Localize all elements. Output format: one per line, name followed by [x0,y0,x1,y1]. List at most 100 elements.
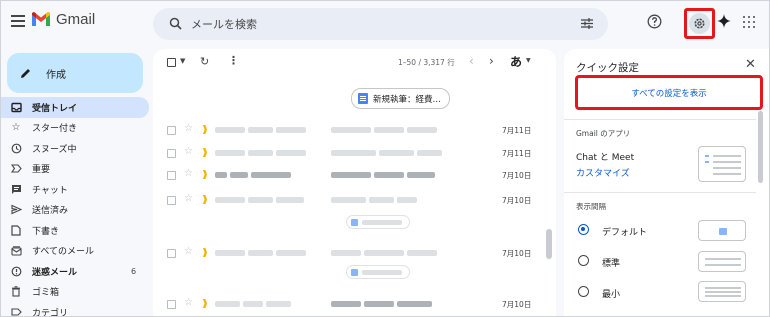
important-marker-icon[interactable] [203,125,207,134]
important-marker-icon[interactable] [203,248,207,257]
next-page-icon[interactable]: › [489,54,494,68]
star-icon[interactable]: ☆ [184,297,193,308]
star-icon[interactable]: ☆ [184,146,193,157]
table-row[interactable]: ☆ 7月10日 [153,294,556,316]
search-bar[interactable] [153,8,608,40]
all-mail-icon [10,245,22,257]
quick-settings-panel: クイック設定 ✕ すべての設定を表示 Gmail のアプリ Chat と Mee… [564,49,769,316]
close-icon[interactable]: ✕ [745,57,756,72]
refresh-icon[interactable]: ↻ [200,55,209,68]
row-checkbox[interactable] [167,126,176,135]
clock-icon [10,142,22,154]
attachment-chip[interactable]: 新規執筆：経費… [351,88,451,109]
menu-icon[interactable] [11,15,25,27]
quick-settings-scrollbar[interactable] [758,111,763,183]
row-date: 7月11日 [502,126,532,135]
row-checkbox[interactable] [167,300,176,309]
category-icon [10,306,22,316]
filter-icon[interactable] [580,17,594,30]
sidebar-item-categories[interactable]: カテゴリ [1,302,149,316]
sidebar-item-all-mail[interactable]: すべてのメール [1,241,149,262]
search-input[interactable] [191,8,571,40]
compose-button[interactable]: 作成 [7,53,143,93]
density-compact-thumbnail[interactable] [698,281,746,302]
density-compact-radio[interactable] [578,286,589,297]
table-row[interactable]: ☆ 7月11日 [153,143,556,165]
gmail-logo[interactable]: Gmail [31,11,95,28]
sidebar-item-important[interactable]: 重要 [1,159,149,180]
density-comfortable-radio[interactable] [578,255,589,266]
sidebar-item-sent[interactable]: 送信済み [1,200,149,221]
density-compact-label: 最小 [602,290,621,300]
star-icon[interactable]: ☆ [184,246,193,257]
trash-icon [10,286,22,298]
sidebar-item-drafts[interactable]: 下書き [1,220,149,241]
sidebar-item-label: すべてのメール [32,247,95,258]
see-all-settings-button[interactable]: すべての設定を表示 [575,75,763,110]
chat-icon [10,183,22,195]
row-checkbox[interactable] [167,171,176,180]
density-default-thumbnail[interactable] [698,220,746,241]
divider [564,192,756,193]
row-date: 7月11日 [502,149,532,158]
sidebar-item-label: 送信済み [32,206,69,217]
prev-page-icon[interactable]: ‹ [469,54,474,68]
apps-section-heading: Gmail のアプリ [576,129,631,138]
row-checkbox[interactable] [167,249,176,258]
sidebar-item-label: 下書き [32,226,60,237]
important-marker-icon[interactable] [203,299,207,308]
row-date: 7月10日 [502,171,532,180]
chat-meet-label: Chat と Meet [576,153,635,163]
gmail-window: Gmail メールを検索 作成 受信トレイ ☆ スター付き スヌーズ中 重要 チ… [0,0,770,317]
row-checkbox[interactable] [167,196,176,205]
apps-grid-icon[interactable] [743,16,755,28]
select-all-checkbox[interactable] [167,58,176,67]
gemini-spark-icon[interactable] [717,14,731,28]
gmail-m-icon [32,12,50,26]
sidebar-item-label: スター付き [32,124,78,135]
settings-button[interactable] [684,8,715,39]
table-row[interactable]: ☆ 7月10日 [153,243,556,265]
row-sender-redacted [215,248,307,258]
table-row[interactable]: ☆ 7月10日 [153,190,556,212]
attachment-chip-redacted[interactable] [346,265,410,279]
star-icon[interactable]: ☆ [184,193,193,204]
sidebar-item-label: 受信トレイ [32,103,78,114]
sidebar-item-label: 迷惑メール [32,267,78,278]
row-sender-redacted [215,195,307,205]
important-icon [10,163,22,175]
chat-meet-preview-thumbnail [698,146,746,182]
select-dropdown-icon[interactable]: ▼ [180,57,185,65]
row-subject-redacted [331,170,443,180]
important-marker-icon[interactable] [203,170,207,179]
row-sender-redacted [215,125,307,135]
sidebar-item-chat[interactable]: チャット [1,179,149,200]
search-icon[interactable] [169,17,182,30]
input-tools-button[interactable]: あ [510,53,522,70]
row-checkbox[interactable] [167,149,176,158]
compose-label: 作成 [46,69,66,81]
sidebar-item-snoozed[interactable]: スヌーズ中 [1,138,149,159]
density-comfortable-thumbnail[interactable] [698,251,746,272]
customize-link[interactable]: カスタマイズ [576,166,630,179]
table-row[interactable]: ☆ 7月10日 [153,165,556,187]
sidebar-item-inbox[interactable]: 受信トレイ [1,97,149,118]
email-list-panel: ▼ ↻ ⋮ 1–50 / 3,317 行 ‹ › あ ▼ 新規執筆：経費… ☆ … [153,49,556,316]
star-icon[interactable]: ☆ [184,168,193,179]
more-options-icon[interactable]: ⋮ [228,54,239,67]
density-section-heading: 表示間隔 [576,202,606,211]
help-icon[interactable] [647,14,662,29]
attachment-chip-redacted[interactable] [346,215,410,229]
table-row[interactable]: ☆ 7月11日 [153,120,556,142]
list-scrollbar[interactable] [546,229,552,259]
sidebar-item-starred[interactable]: ☆ スター付き [1,118,149,139]
important-marker-icon[interactable] [203,148,207,157]
star-icon[interactable]: ☆ [184,123,193,134]
spam-count-badge: 6 [131,266,137,276]
density-default-radio[interactable] [578,224,589,235]
spam-icon [10,265,22,277]
input-tools-dropdown-icon[interactable]: ▼ [526,57,531,64]
important-marker-icon[interactable] [203,195,207,204]
sidebar-item-spam[interactable]: 迷惑メール 6 [1,261,149,282]
sidebar-item-trash[interactable]: ゴミ箱 [1,282,149,303]
